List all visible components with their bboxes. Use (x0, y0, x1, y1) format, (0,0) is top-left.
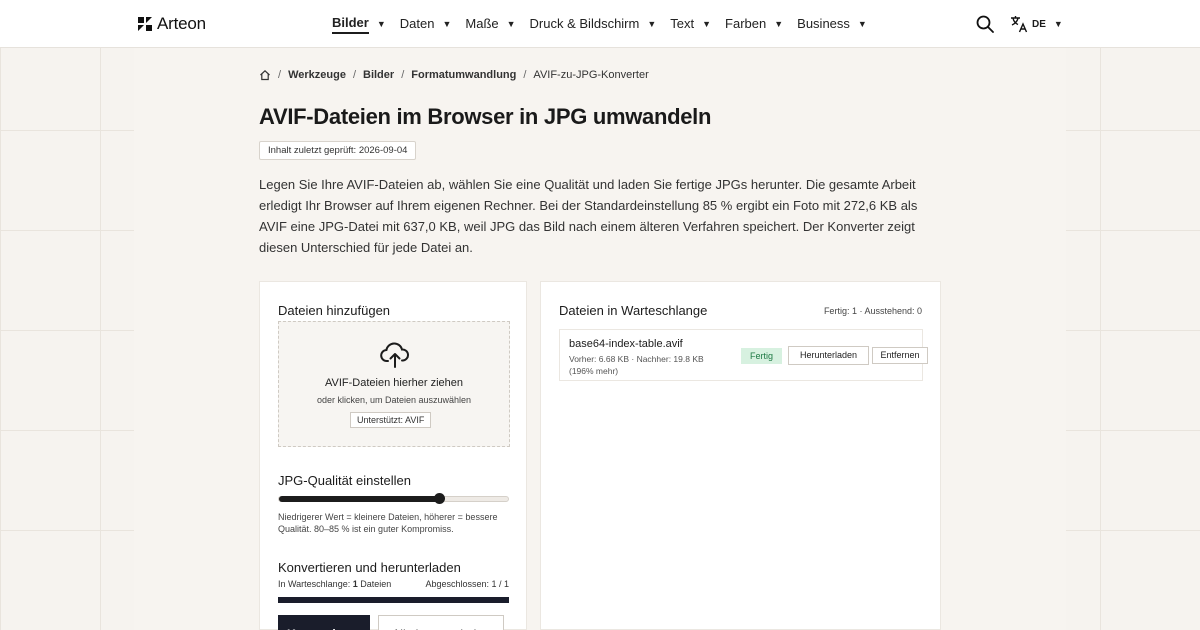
translate-icon (1011, 16, 1028, 33)
chevron-down-icon: ▼ (647, 19, 657, 29)
search-icon[interactable] (976, 15, 994, 33)
breadcrumb-item[interactable]: Formatumwandlung (411, 69, 516, 81)
file-name: base64-index-table.avif (569, 338, 683, 350)
nav-item-bilder[interactable]: Bilder ▼ (332, 0, 386, 48)
nav-item-druck[interactable]: Druck & Bildschirm ▼ (530, 0, 657, 48)
quality-hint: Niedrigerer Wert = kleinere Dateien, höh… (278, 512, 498, 534)
convert-stats: In Warteschlange: 1 Dateien Abgeschlosse… (278, 579, 509, 589)
queue-status: Fertig: 1 · Ausstehend: 0 (823, 306, 922, 316)
top-navigation-bar: Arteon Bilder ▼ Daten ▼ Maße ▼ Druck & B… (0, 0, 1200, 48)
cloud-upload-icon (380, 342, 409, 368)
breadcrumb-separator: / (278, 69, 282, 81)
chevron-down-icon: ▼ (376, 19, 386, 29)
convert-heading: Konvertieren und herunterladen (278, 560, 461, 575)
chevron-down-icon: ▼ (506, 19, 516, 29)
conversion-progress-fill (278, 597, 509, 603)
quality-slider[interactable] (278, 493, 509, 504)
queue-card: Dateien in Warteschlange Fertig: 1 · Aus… (540, 281, 941, 630)
converter-controls-card: Dateien hinzufügen AVIF-Dateien hierher … (259, 281, 527, 630)
nav-item-farben[interactable]: Farben ▼ (725, 0, 783, 48)
intro-text: Legen Sie Ihre AVIF-Dateien ab, wählen S… (259, 177, 918, 255)
chevron-down-icon: ▼ (1053, 19, 1063, 29)
supported-format-badge: Unterstützt: AVIF (350, 412, 432, 428)
completed-count: Abgeschlossen: 1 / 1 (425, 579, 509, 589)
dropzone-subtitle: oder klicken, um Dateien auszuwählen (316, 395, 472, 405)
queue-heading: Dateien in Warteschlange (559, 303, 708, 318)
conversion-progress-bar (278, 597, 509, 603)
nav-item-business[interactable]: Business ▼ (797, 0, 867, 48)
brand-logo[interactable]: Arteon (137, 14, 206, 34)
queue-label: In Warteschlange: (278, 579, 351, 589)
breadcrumb-separator: / (401, 69, 405, 81)
nav-label: Maße (465, 16, 499, 31)
dropzone-title: AVIF-Dateien hierher ziehen (325, 377, 463, 389)
arteon-logo-icon (138, 17, 152, 31)
nav-label: Daten (399, 16, 435, 31)
chevron-down-icon: ▼ (442, 19, 452, 29)
convert-button[interactable]: Konvertieren (278, 615, 370, 630)
quality-slider-thumb[interactable] (434, 493, 446, 504)
main-nav: Bilder ▼ Daten ▼ Maße ▼ Druck & Bildschi… (332, 0, 881, 48)
queue-unit: Dateien (360, 579, 392, 589)
breadcrumb-item[interactable]: Bilder (363, 69, 394, 81)
breadcrumb: / Werkzeuge / Bilder / Formatumwandlung … (259, 69, 649, 81)
file-size-info: Vorher: 6.68 KB · Nachher: 19.8 KB (196%… (569, 354, 704, 376)
chevron-down-icon: ▼ (857, 19, 867, 29)
nav-label: Bilder (332, 15, 369, 34)
breadcrumb-item[interactable]: Werkzeuge (288, 69, 346, 81)
nav-label: Business (797, 16, 850, 31)
home-icon[interactable] (259, 69, 271, 81)
page-title: AVIF-Dateien im Browser in JPG umwandeln (259, 104, 712, 129)
nav-label: Text (670, 16, 695, 31)
download-file-button[interactable]: Herunterladen (788, 346, 869, 365)
quality-heading: JPG-Qualität einstellen (278, 473, 411, 488)
status-badge: Fertig (741, 348, 783, 364)
queue-file-row: base64-index-table.avif Vorher: 6.68 KB … (559, 329, 928, 381)
language-code: DE (1032, 18, 1046, 30)
breadcrumb-separator: / (523, 69, 527, 81)
chevron-down-icon: ▼ (702, 19, 712, 29)
nav-label: Farben (725, 16, 767, 31)
quality-slider-fill (279, 496, 440, 502)
add-files-heading: Dateien hinzufügen (278, 303, 391, 318)
last-checked-badge: Inhalt zuletzt geprüft: 2026-09-04 (259, 141, 417, 160)
nav-item-masse[interactable]: Maße ▼ (465, 0, 515, 48)
chevron-down-icon: ▼ (774, 19, 784, 29)
nav-item-daten[interactable]: Daten ▼ (400, 0, 452, 48)
queue-count: 1 (352, 579, 358, 589)
breadcrumb-current: AVIF-zu-JPG-Konverter (533, 69, 649, 81)
language-switcher[interactable]: DE ▼ (1010, 15, 1063, 33)
download-all-button[interactable]: Alle herunterladen (378, 615, 504, 630)
file-dropzone[interactable]: AVIF-Dateien hierher ziehen oder klicken… (278, 321, 510, 447)
brand-name: Arteon (157, 14, 206, 33)
nav-label: Druck & Bildschirm (529, 16, 640, 31)
nav-item-text[interactable]: Text ▼ (670, 0, 711, 48)
remove-file-button[interactable]: Entfernen (872, 347, 928, 364)
breadcrumb-separator: / (352, 69, 356, 81)
